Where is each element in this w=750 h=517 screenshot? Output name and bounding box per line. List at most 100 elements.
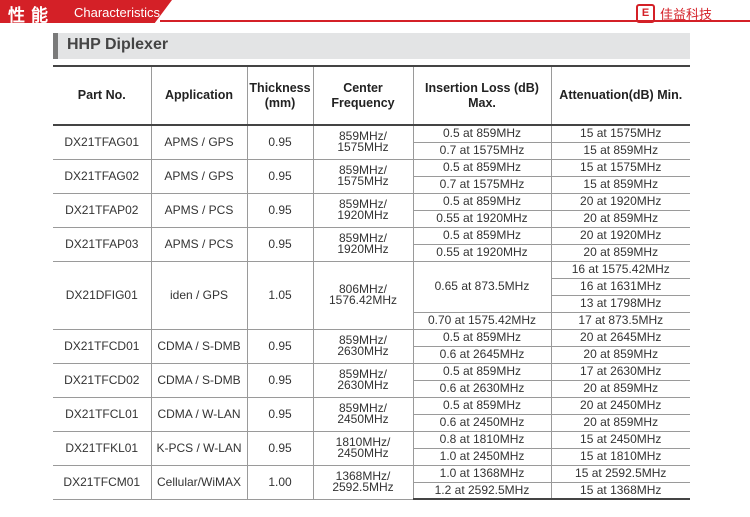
- application-cell: APMS / PCS: [150, 226, 248, 262]
- insertion-loss-cell: 0.8 at 1810MHz: [412, 430, 552, 449]
- attenuation-cell: 16 at 1575.42MHz: [550, 260, 690, 279]
- center-frequency-line: 2630MHz: [337, 378, 389, 392]
- attenuation-cell: 20 at 2645MHz: [550, 328, 690, 347]
- attenuation-cell: 15 at 859MHz: [550, 141, 690, 160]
- insertion-loss-cell: 0.5 at 859MHz: [412, 328, 552, 347]
- insertion-loss-cell: 0.65 at 873.5MHz: [412, 260, 552, 313]
- insertion-loss-cell: 0.5 at 859MHz: [412, 192, 552, 211]
- center-frequency-cell: 859MHz/1920MHz: [312, 192, 414, 228]
- header-en-title: Characteristics: [74, 5, 160, 20]
- center-frequency-cell: 859MHz/2630MHz: [312, 362, 414, 398]
- center-frequency-cell: 1368MHz/2592.5MHz: [312, 464, 414, 500]
- attenuation-cell: 15 at 2592.5MHz: [550, 464, 690, 483]
- insertion-loss-cell: 0.7 at 1575MHz: [413, 175, 552, 194]
- insertion-loss-cell: 0.6 at 2450MHz: [413, 413, 552, 432]
- col-header-attenuation: Attenuation(dB) Min.: [550, 65, 690, 126]
- section-header: HHP Diplexer: [53, 33, 690, 59]
- table-row: DX21DFIG01 iden / GPS 1.05 806MHz/1576.42MH…: [53, 260, 690, 330]
- application-cell: Cellular/WiMAX: [150, 464, 248, 500]
- table-row: DX21TFAP03 APMS / PCS 0.95 859MHz/1920MHz 0.…: [53, 226, 690, 262]
- insertion-loss-cell: 0.7 at 1575MHz: [413, 141, 552, 160]
- col-header-center-frequency: Center Frequency: [312, 65, 414, 126]
- attenuation-cell: 20 at 859MHz: [550, 345, 690, 364]
- attenuation-cell: 20 at 1920MHz: [550, 226, 690, 245]
- attenuation-cell: 15 at 2450MHz: [550, 430, 690, 449]
- center-frequency-line: 1920MHz: [337, 208, 389, 222]
- attenuation-cell: 16 at 1631MHz: [551, 277, 690, 296]
- table-row: DX21TFCD02 CDMA / S-DMB 0.95 859MHz/2630MHz…: [53, 362, 690, 398]
- application-cell: iden / GPS: [150, 260, 248, 330]
- insertion-loss-cell: 1.0 at 2450MHz: [413, 447, 552, 466]
- center-frequency-line: 2592.5MHz: [332, 480, 394, 494]
- col-header-part-no: Part No.: [53, 65, 152, 126]
- insertion-loss-cell: 0.6 at 2630MHz: [413, 379, 552, 398]
- attenuation-cell: 20 at 859MHz: [550, 379, 690, 398]
- attenuation-cell: 17 at 873.5MHz: [550, 311, 690, 330]
- part-number-cell: DX21TFKL01: [53, 430, 152, 466]
- center-frequency-line: 2450MHz: [337, 412, 389, 426]
- part-number-cell: DX21TFCD01: [53, 328, 152, 364]
- attenuation-cell: 15 at 859MHz: [550, 175, 690, 194]
- table-row: DX21TFAG02 APMS / GPS 0.95 859MHz/1575MHz 0.…: [53, 158, 690, 194]
- thickness-cell: 0.95: [246, 124, 314, 160]
- center-frequency-cell: 859MHz/1575MHz: [312, 158, 414, 194]
- center-frequency-cell: 1810MHz/2450MHz: [312, 430, 414, 466]
- center-frequency-line: 2630MHz: [337, 344, 389, 358]
- part-number-cell: DX21DFIG01: [53, 260, 152, 330]
- section-accent-bar: [53, 33, 58, 59]
- part-number-cell: DX21TFAG02: [53, 158, 152, 194]
- section-title: HHP Diplexer: [67, 36, 169, 53]
- thickness-cell: 0.95: [246, 192, 314, 228]
- insertion-loss-cell: 0.6 at 2645MHz: [413, 345, 552, 364]
- part-number-cell: DX21TFAP03: [53, 226, 152, 262]
- table-row: DX21TFCM01 Cellular/WiMAX 1.00 1368MHz/2592…: [53, 464, 690, 500]
- attenuation-cell: 15 at 1575MHz: [550, 158, 690, 177]
- attenuation-cell: 15 at 1810MHz: [550, 447, 690, 466]
- insertion-loss-cell: 0.5 at 859MHz: [412, 124, 552, 143]
- application-cell: APMS / PCS: [150, 192, 248, 228]
- center-frequency-cell: 859MHz/1920MHz: [312, 226, 414, 262]
- thickness-cell: 0.95: [246, 396, 314, 432]
- application-cell: APMS / GPS: [150, 158, 248, 194]
- center-frequency-cell: 859MHz/2450MHz: [312, 396, 414, 432]
- brand-name: 佳益科技: [660, 7, 713, 23]
- table-header-row: Part No. Application Thickness (mm) Cent…: [53, 65, 690, 126]
- application-cell: CDMA / S-DMB: [150, 328, 248, 364]
- application-cell: APMS / GPS: [150, 124, 248, 160]
- attenuation-cell: 13 at 1798MHz: [551, 294, 690, 313]
- col-header-thickness: Thickness (mm): [246, 65, 314, 126]
- insertion-loss-cell: 1.0 at 1368MHz: [412, 464, 552, 483]
- insertion-loss-cell: 0.55 at 1920MHz: [413, 209, 552, 228]
- attenuation-cell: 20 at 859MHz: [550, 413, 690, 432]
- table-body: DX21TFAG01 APMS / GPS 0.95 859MHz/1575MHz 0.…: [53, 124, 690, 500]
- insertion-loss-cell: 0.70 at 1575.42MHz: [413, 311, 552, 330]
- insertion-loss-cell: 0.5 at 859MHz: [412, 362, 552, 381]
- application-cell: K-PCS / W-LAN: [150, 430, 248, 466]
- insertion-loss-cell: 0.5 at 859MHz: [412, 396, 552, 415]
- center-frequency-cell: 859MHz/1575MHz: [312, 124, 414, 160]
- spec-table: Part No. Application Thickness (mm) Cent…: [53, 65, 690, 500]
- center-frequency-line: 1575MHz: [337, 140, 389, 155]
- thickness-cell: 0.95: [246, 158, 314, 194]
- thickness-cell: 0.95: [246, 430, 314, 466]
- attenuation-cell: 15 at 1368MHz: [550, 481, 690, 500]
- center-frequency-line: 1575MHz: [337, 174, 389, 188]
- table-row: DX21TFAG01 APMS / GPS 0.95 859MHz/1575MHz 0.…: [53, 124, 690, 160]
- application-cell: CDMA / S-DMB: [150, 362, 248, 398]
- center-frequency-line: 2450MHz: [337, 446, 389, 460]
- thickness-cell: 0.95: [246, 328, 314, 364]
- thickness-cell: 1.00: [246, 464, 314, 500]
- header-banner: 性能 Characteristics E 佳益科技: [0, 0, 750, 26]
- part-number-cell: DX21TFCD02: [53, 362, 152, 398]
- table-row: DX21TFCD01 CDMA / S-DMB 0.95 859MHz/2630MHz…: [53, 328, 690, 364]
- attenuation-cell: 15 at 1575MHz: [550, 124, 690, 143]
- center-frequency-cell: 859MHz/2630MHz: [312, 328, 414, 364]
- col-header-application: Application: [150, 65, 248, 126]
- attenuation-cell: 20 at 1920MHz: [550, 192, 690, 211]
- part-number-cell: DX21TFCM01: [53, 464, 152, 500]
- brand-logo-icon: E: [636, 3, 655, 23]
- attenuation-cell: 17 at 2630MHz: [550, 362, 690, 381]
- attenuation-cell: 20 at 2450MHz: [550, 396, 690, 415]
- brand-logo: E 佳益科技: [636, 3, 712, 23]
- table-row: DX21TFCL01 CDMA / W-LAN 0.95 859MHz/2450MHz…: [53, 396, 690, 432]
